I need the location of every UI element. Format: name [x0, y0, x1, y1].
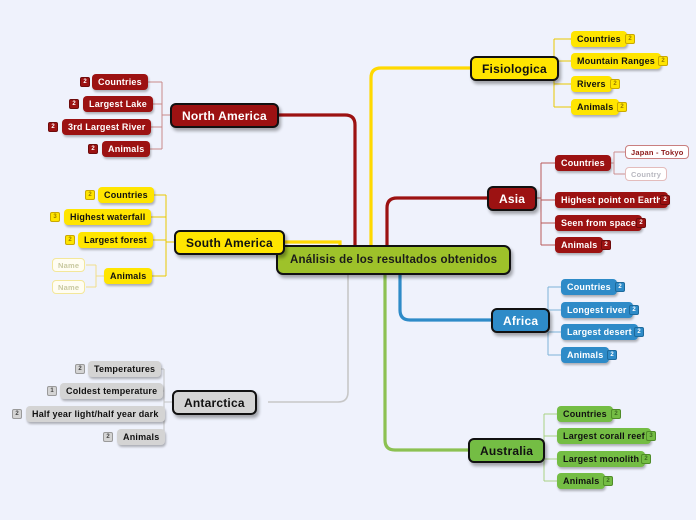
- sub-node-antarctica-animals[interactable]: Animals: [117, 429, 166, 445]
- badge-count: 2: [629, 305, 639, 315]
- badge-count: 2: [80, 77, 90, 87]
- branch-node-north-america[interactable]: North America: [170, 103, 279, 128]
- sub-node-sa-countries[interactable]: Countries: [98, 187, 154, 203]
- sub-node-africa-longest-river[interactable]: Longest river: [561, 302, 633, 318]
- sub-node-sa-animals[interactable]: Animals: [104, 268, 153, 284]
- badge-count: 2: [48, 122, 58, 132]
- badge-count: 2: [617, 102, 627, 112]
- badge-count: 2: [103, 432, 113, 442]
- badge-count: 2: [601, 240, 611, 250]
- badge-count: 2: [610, 79, 620, 89]
- badge-count: 2: [660, 195, 670, 205]
- branch-node-south-america[interactable]: South America: [174, 230, 285, 255]
- sub-node-asia-seen-from-space[interactable]: Seen from space: [555, 215, 643, 231]
- sub-node-antarctica-half-year-light[interactable]: Half year light/half year dark: [26, 406, 165, 422]
- sub-node-antarctica-temperatures[interactable]: Temperatures: [88, 361, 162, 377]
- leaf-node-name-placeholder-1[interactable]: Name: [52, 258, 86, 272]
- sub-node-sa-largest-forest[interactable]: Largest forest: [78, 232, 153, 248]
- sub-node-fisiologica-rivers[interactable]: Rivers: [571, 76, 612, 92]
- sub-node-na-largest-lake[interactable]: Largest Lake: [83, 96, 153, 112]
- leaf-node-japan-tokyo[interactable]: Japan - Tokyo: [625, 145, 690, 159]
- branch-node-africa[interactable]: Africa: [491, 308, 551, 333]
- badge-count: 2: [625, 34, 635, 44]
- badge-count: 2: [12, 409, 22, 419]
- sub-node-africa-countries[interactable]: Countries: [561, 279, 617, 295]
- badge-count: 2: [611, 409, 621, 419]
- badge-count: 2: [658, 56, 668, 66]
- badge-count: 2: [607, 350, 617, 360]
- badge-count: 2: [641, 454, 651, 464]
- badge-count: 2: [615, 282, 625, 292]
- sub-node-na-3rd-largest-river[interactable]: 3rd Largest River: [62, 119, 152, 135]
- badge-count: 3: [646, 431, 656, 441]
- badge-count: 2: [88, 144, 98, 154]
- badge-count: 2: [636, 218, 646, 228]
- sub-node-na-animals[interactable]: Animals: [102, 141, 151, 157]
- badge-count: 1: [47, 386, 57, 396]
- sub-node-australia-animals[interactable]: Animals: [557, 473, 606, 489]
- branch-node-asia[interactable]: Asia: [487, 186, 538, 211]
- mindmap-canvas: Análisis de los resultados obtenidos Fis…: [0, 0, 696, 520]
- sub-node-asia-highest-point[interactable]: Highest point on Earth: [555, 192, 668, 208]
- badge-count: 2: [85, 190, 95, 200]
- sub-node-africa-animals[interactable]: Animals: [561, 347, 610, 363]
- sub-node-asia-countries[interactable]: Countries: [555, 155, 611, 171]
- leaf-node-name-placeholder-2[interactable]: Name: [52, 280, 86, 294]
- central-node[interactable]: Análisis de los resultados obtenidos: [276, 245, 512, 275]
- branch-node-antarctica[interactable]: Antarctica: [172, 390, 257, 415]
- badge-count: 2: [69, 99, 79, 109]
- branch-node-australia[interactable]: Australia: [468, 438, 546, 463]
- badge-count: 2: [603, 476, 613, 486]
- sub-node-fisiologica-countries[interactable]: Countries: [571, 31, 627, 47]
- sub-node-antarctica-coldest-temperature[interactable]: Coldest temperature: [60, 383, 164, 399]
- badge-count: 2: [634, 327, 644, 337]
- sub-node-sa-highest-waterfall[interactable]: Highest waterfall: [64, 209, 152, 225]
- sub-node-australia-countries[interactable]: Countries: [557, 406, 613, 422]
- sub-node-africa-largest-desert[interactable]: Largest desert: [561, 324, 638, 340]
- sub-node-australia-corall-reef[interactable]: Largest corall reef: [557, 428, 651, 444]
- branch-node-fisiologica[interactable]: Fisiologica: [470, 56, 559, 81]
- badge-count: 3: [50, 212, 60, 222]
- sub-node-asia-animals[interactable]: Animals: [555, 237, 604, 253]
- sub-node-fisiologica-animals[interactable]: Animals: [571, 99, 620, 115]
- sub-node-fisiologica-mountain-ranges[interactable]: Mountain Ranges: [571, 53, 662, 69]
- sub-node-australia-largest-monolith[interactable]: Largest monolith: [557, 451, 646, 467]
- leaf-node-country-placeholder[interactable]: Country: [625, 167, 668, 181]
- sub-node-na-countries[interactable]: Countries: [92, 74, 148, 90]
- badge-count: 2: [75, 364, 85, 374]
- badge-count: 2: [65, 235, 75, 245]
